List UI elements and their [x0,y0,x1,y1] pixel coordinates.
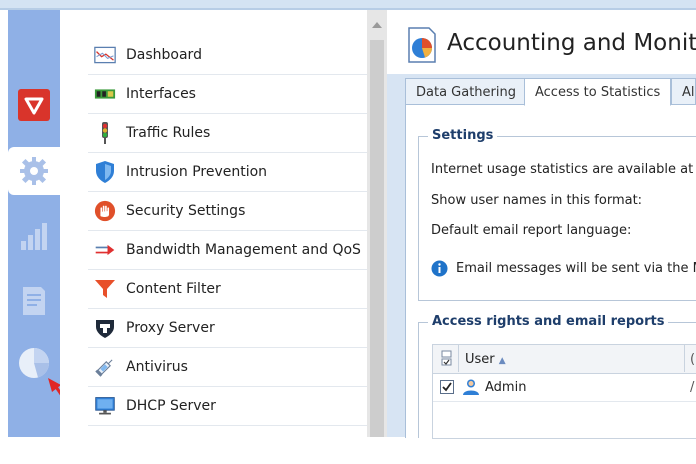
nav-item-label: Intrusion Prevention [126,164,268,180]
nav-item-content-filter[interactable]: Content Filter [88,270,367,309]
email-info-text: Email messages will be sent via the My [456,261,696,276]
bar-chart-icon [21,223,47,250]
nav-scrollbar-thumb[interactable] [370,40,384,437]
select-all-checkbox-icon[interactable] [440,350,454,366]
usage-statistics-label: Internet usage statistics are available … [431,162,696,177]
nav-item-dashboard[interactable]: Dashboard [88,36,367,75]
user-names-format-label: Show user names in this format: [431,193,643,208]
nav-item-label: DHCP Server [126,398,216,414]
document-icon [23,287,45,315]
tab-alerts[interactable]: Al [671,78,696,106]
nav-item-bandwidth[interactable]: Bandwidth Management and QoS [88,231,367,270]
settings-fieldset [418,136,696,301]
column-header-next[interactable]: ( [690,352,695,367]
nav-item-label: Content Filter [126,281,221,297]
nav-item-dhcp-server[interactable]: DHCP Server [88,387,367,426]
nav-item-security-settings[interactable]: Security Settings [88,192,367,231]
nav-item-antivirus[interactable]: Antivirus [88,348,367,387]
info-icon [431,260,448,277]
nav-item-label: Traffic Rules [126,125,211,141]
rail-item-logs[interactable] [16,283,52,319]
tab-data-gathering[interactable]: Data Gathering [405,78,527,106]
row-next-cell: / [690,380,695,395]
row-checkbox[interactable] [440,380,454,394]
shield-icon [94,161,116,183]
rail-item-configuration[interactable] [16,153,52,189]
bandwidth-arrow-icon [94,239,116,261]
network-card-icon [94,83,116,105]
tab-access-to-statistics[interactable]: Access to Statistics [524,78,672,106]
window-top-border [0,0,696,8]
nav-item-label: Interfaces [126,86,196,102]
rail-item-kerio[interactable] [16,87,52,123]
dashboard-icon [94,44,116,66]
user-name-cell: Admin [485,380,527,395]
user-icon [463,379,479,395]
column-divider-2 [684,344,685,372]
nav-item-intrusion-prevention[interactable]: Intrusion Prevention [88,153,367,192]
page-title: Accounting and Monito [447,30,696,56]
nav-item-proxy-server[interactable]: Proxy Server [88,309,367,348]
monitor-icon [94,395,116,417]
gear-icon [20,157,48,185]
settings-legend: Settings [428,128,498,143]
funnel-icon [94,278,116,300]
syringe-icon [94,356,116,378]
email-language-label: Default email report language: [431,223,632,238]
nav-item-label: Dashboard [126,47,202,63]
column-header-user[interactable]: User ▲ [465,352,506,367]
nav-item-partial [88,426,367,464]
usage-statistics-text: Internet usage statistics are available … [431,162,696,177]
nav-item-label: Proxy Server [126,320,215,336]
traffic-light-icon [94,122,116,144]
kerio-shield-icon [18,89,50,121]
sort-ascending-icon: ▲ [498,356,506,366]
nav-item-label: Antivirus [126,359,188,375]
rail-item-status[interactable] [16,218,52,254]
nav-item-interfaces[interactable]: Interfaces [88,75,367,114]
accounting-pie-icon [408,27,436,63]
nav-item-traffic-rules[interactable]: Traffic Rules [88,114,367,153]
scroll-up-icon[interactable] [372,22,382,28]
access-rights-legend: Access rights and email reports [428,314,669,329]
column-header-user-label: User [465,352,495,367]
column-divider [458,344,459,372]
nav-item-label: Bandwidth Management and QoS [126,242,361,258]
proxy-shield-icon [94,317,116,339]
stop-hand-icon [94,200,116,222]
nav-item-label: Security Settings [126,203,246,219]
